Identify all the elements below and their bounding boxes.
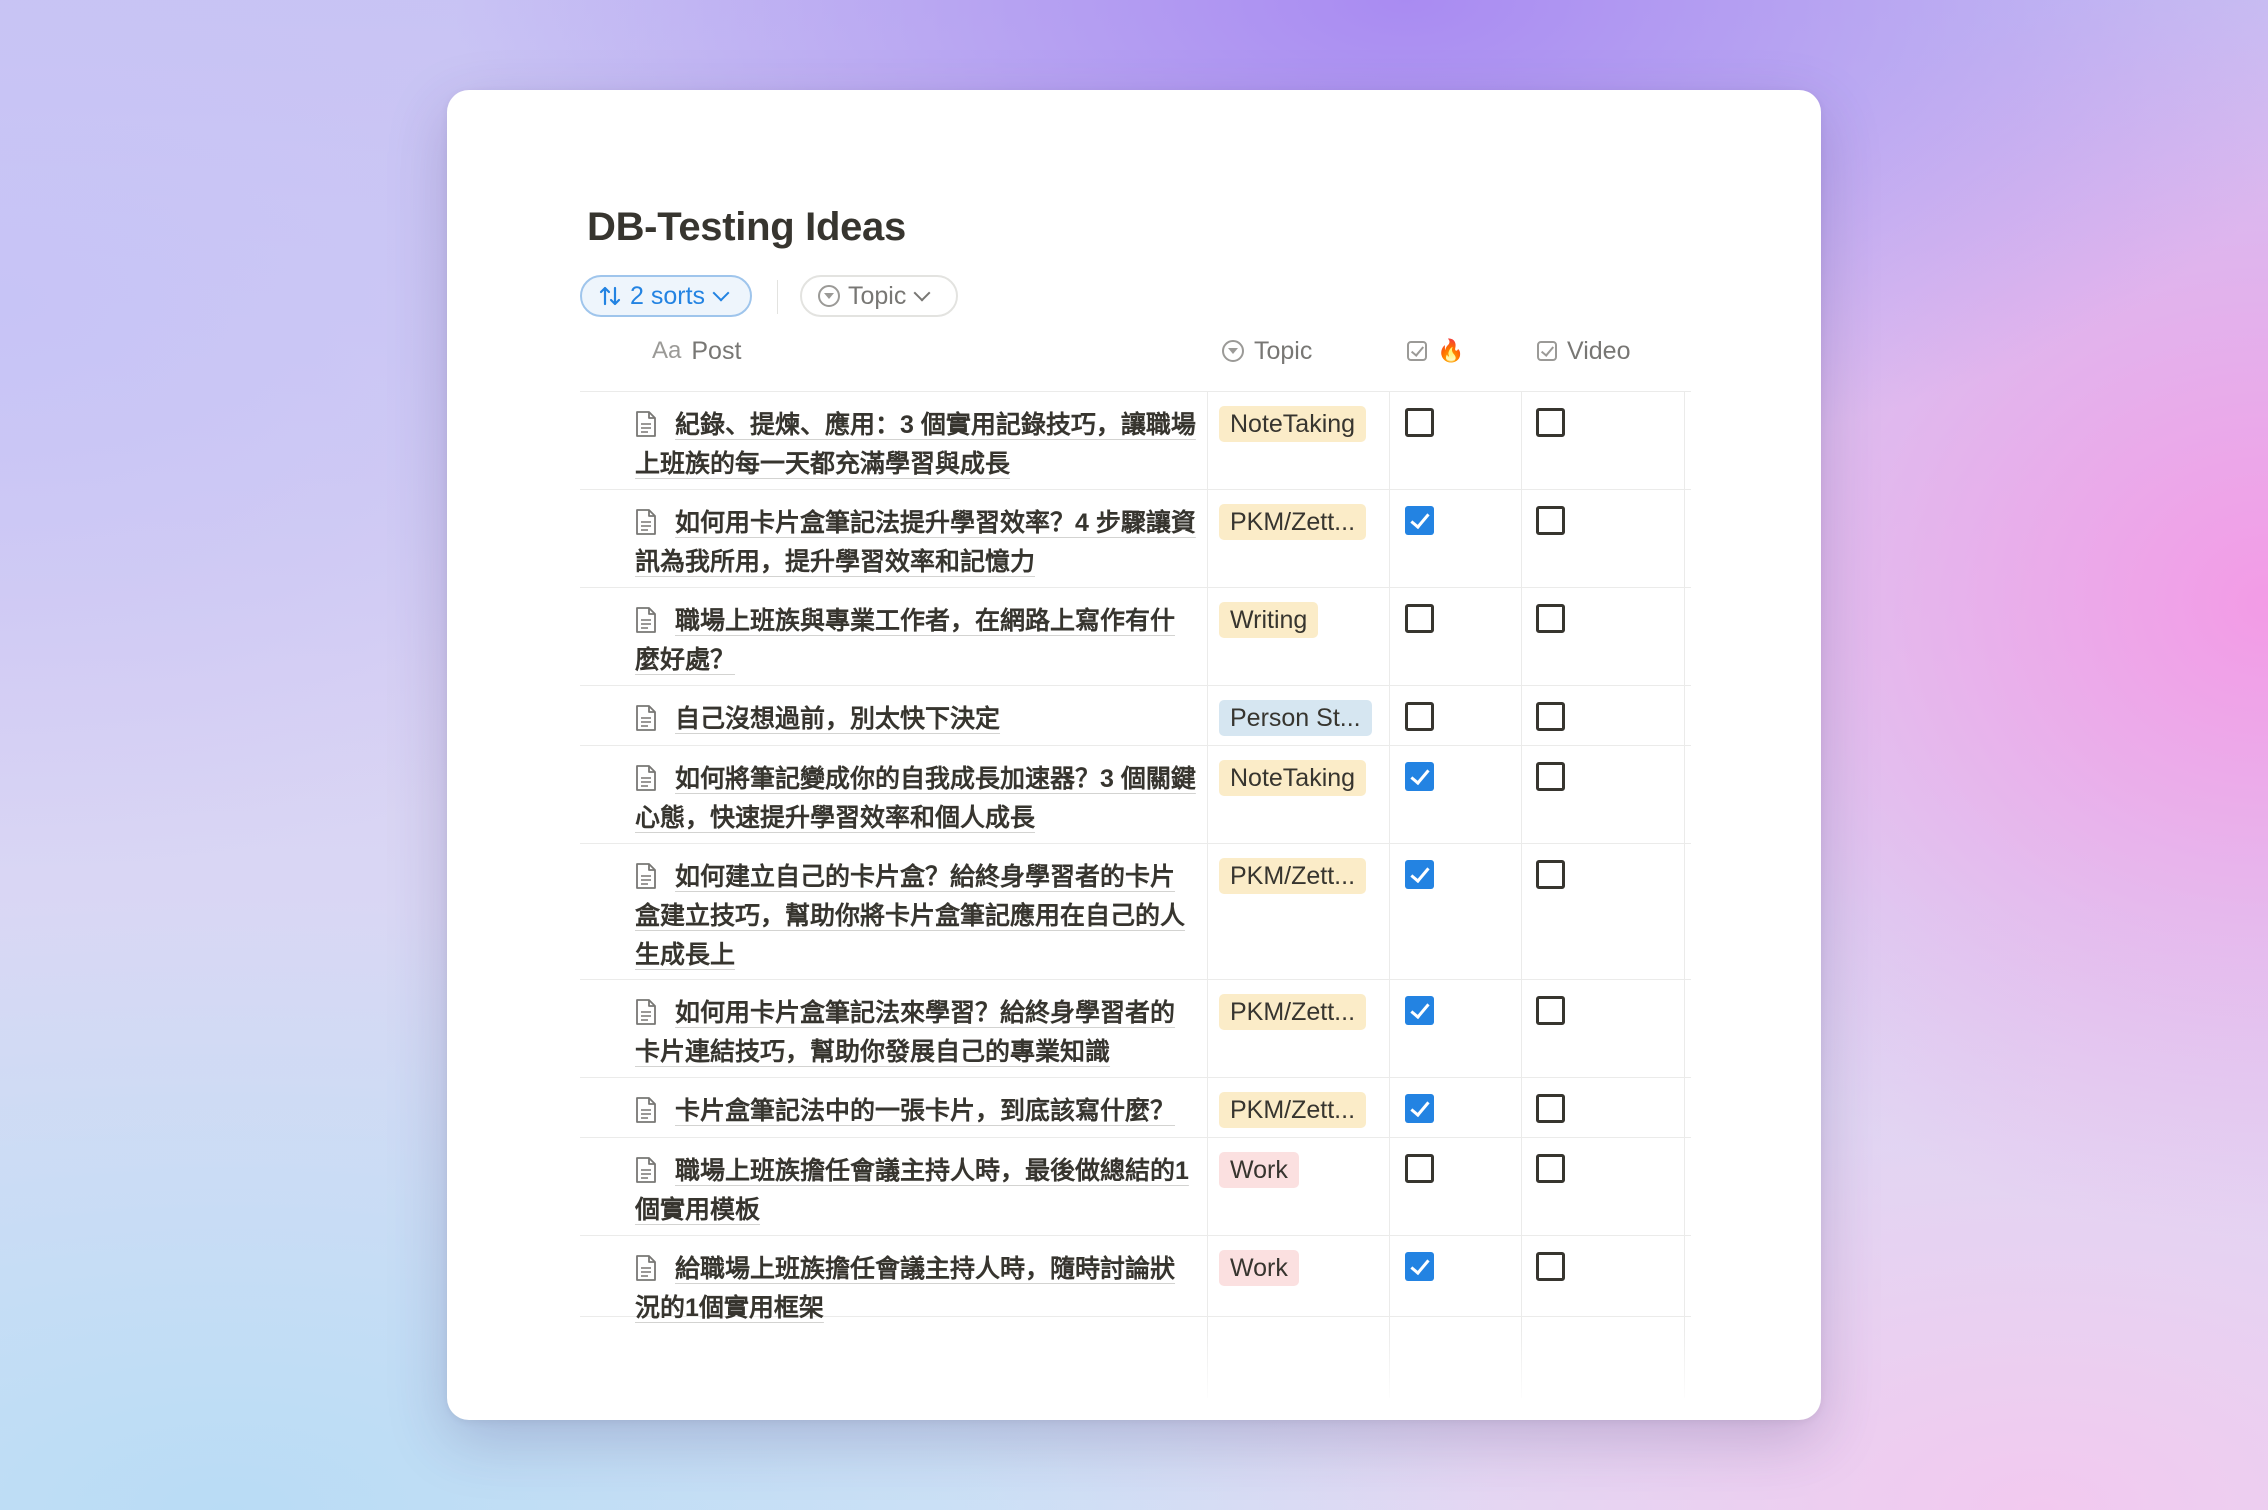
database-card: DB-Testing Ideas 2 sorts Topic Aa Post T… — [447, 90, 1821, 1420]
hot-checkbox[interactable] — [1405, 860, 1434, 889]
video-checkbox[interactable] — [1536, 506, 1565, 535]
post-title[interactable]: 職場上班族與專業工作者，在網路上寫作有什麼好處？ — [635, 602, 1197, 680]
post-title[interactable]: 職場上班族擔任會議主持人時，最後做總結的1個實用模板 — [635, 1152, 1197, 1230]
topic-tag[interactable]: Writing — [1219, 602, 1319, 638]
post-title[interactable]: 卡片盒筆記法中的一張卡片，到底該寫什麼？ — [635, 1092, 1197, 1131]
table-row[interactable]: 職場上班族擔任會議主持人時，最後做總結的1個實用模板 Work — [580, 1137, 1691, 1235]
page-icon — [636, 1097, 656, 1123]
table-row[interactable]: 職場上班族與專業工作者，在網路上寫作有什麼好處？ Writing — [580, 587, 1691, 685]
column-header-label: Post — [691, 336, 742, 365]
topic-tag[interactable]: Work — [1219, 1152, 1299, 1188]
post-title[interactable]: 自己沒想過前，別太快下決定 — [635, 700, 1197, 739]
page-icon — [636, 765, 656, 791]
post-title[interactable]: 如何建立自己的卡片盒？給終身學習者的卡片盒建立技巧，幫助你將卡片盒筆記應用在自己… — [635, 858, 1197, 975]
topic-tag[interactable]: PKM/Zett... — [1219, 994, 1367, 1030]
video-checkbox[interactable] — [1536, 762, 1565, 791]
text-property-icon: Aa — [652, 337, 682, 364]
column-header-label: Topic — [1254, 336, 1313, 365]
column-header-post[interactable]: Aa Post — [652, 330, 741, 372]
table-row[interactable]: 如何用卡片盒筆記法提升學習效率？4 步驟讓資訊為我所用，提升學習效率和記憶力 P… — [580, 489, 1691, 587]
hot-checkbox[interactable] — [1405, 506, 1434, 535]
post-cell[interactable]: 職場上班族與專業工作者，在網路上寫作有什麼好處？ — [635, 602, 1197, 680]
column-header-video[interactable]: Video — [1537, 330, 1631, 372]
sorts-label: 2 sorts — [630, 281, 706, 310]
sort-arrows-icon — [599, 286, 621, 306]
chevron-down-icon — [913, 284, 931, 302]
post-title[interactable]: 如何用卡片盒筆記法提升學習效率？4 步驟讓資訊為我所用，提升學習效率和記憶力 — [635, 504, 1197, 582]
table-row[interactable]: 如何建立自己的卡片盒？給終身學習者的卡片盒建立技巧，幫助你將卡片盒筆記應用在自己… — [580, 843, 1691, 979]
page-icon — [636, 411, 656, 437]
table-row[interactable]: 紀錄、提煉、應用：3 個實用記錄技巧，讓職場上班族的每一天都充滿學習與成長 No… — [580, 391, 1691, 489]
video-checkbox[interactable] — [1536, 1252, 1565, 1281]
post-title[interactable]: 紀錄、提煉、應用：3 個實用記錄技巧，讓職場上班族的每一天都充滿學習與成長 — [635, 406, 1197, 484]
page-icon — [636, 1157, 656, 1183]
hot-checkbox[interactable] — [1405, 702, 1434, 731]
video-checkbox[interactable] — [1536, 604, 1565, 633]
table-row[interactable]: 給職場上班族擔任會議主持人時，隨時討論狀況的1個實用框架 Work — [580, 1235, 1691, 1322]
topic-tag[interactable]: Person St... — [1219, 700, 1372, 736]
video-checkbox[interactable] — [1536, 1094, 1565, 1123]
checkbox-property-icon — [1537, 341, 1557, 361]
table-row[interactable]: 自己沒想過前，別太快下決定 Person St... — [580, 685, 1691, 745]
post-cell[interactable]: 如何用卡片盒筆記法提升學習效率？4 步驟讓資訊為我所用，提升學習效率和記憶力 — [635, 504, 1197, 582]
database-table: 紀錄、提煉、應用：3 個實用記錄技巧，讓職場上班族的每一天都充滿學習與成長 No… — [580, 391, 1691, 1322]
hot-checkbox[interactable] — [1405, 762, 1434, 791]
table-row[interactable]: 如何將筆記變成你的自我成長加速器？3 個關鍵心態，快速提升學習效率和個人成長 N… — [580, 745, 1691, 843]
page-icon — [636, 607, 656, 633]
hot-checkbox[interactable] — [1405, 1154, 1434, 1183]
toolbar-divider — [777, 280, 778, 314]
post-title[interactable]: 如何將筆記變成你的自我成長加速器？3 個關鍵心態，快速提升學習效率和個人成長 — [635, 760, 1197, 838]
video-checkbox[interactable] — [1536, 860, 1565, 889]
post-cell[interactable]: 卡片盒筆記法中的一張卡片，到底該寫什麼？ — [635, 1092, 1197, 1131]
topic-tag[interactable]: PKM/Zett... — [1219, 858, 1367, 894]
select-property-icon — [1222, 340, 1244, 362]
post-cell[interactable]: 給職場上班族擔任會議主持人時，隨時討論狀況的1個實用框架 — [635, 1250, 1197, 1328]
post-cell[interactable]: 職場上班族擔任會議主持人時，最後做總結的1個實用模板 — [635, 1152, 1197, 1230]
fire-icon: 🔥 — [1437, 338, 1465, 363]
video-checkbox[interactable] — [1536, 996, 1565, 1025]
post-cell[interactable]: 如何用卡片盒筆記法來學習？給終身學習者的卡片連結技巧，幫助你發展自己的專業知識 — [635, 994, 1197, 1072]
column-header-topic[interactable]: Topic — [1222, 330, 1312, 372]
checkbox-property-icon — [1407, 341, 1427, 361]
video-checkbox[interactable] — [1536, 1154, 1565, 1183]
page-icon — [636, 705, 656, 731]
topic-tag[interactable]: Work — [1219, 1250, 1299, 1286]
table-row[interactable]: 如何用卡片盒筆記法來學習？給終身學習者的卡片連結技巧，幫助你發展自己的專業知識 … — [580, 979, 1691, 1077]
post-title[interactable]: 如何用卡片盒筆記法來學習？給終身學習者的卡片連結技巧，幫助你發展自己的專業知識 — [635, 994, 1197, 1072]
page-icon — [636, 863, 656, 889]
scroll-fade — [557, 1330, 1717, 1400]
topic-filter-label: Topic — [848, 281, 907, 310]
page-title: DB-Testing Ideas — [587, 205, 906, 249]
topic-tag[interactable]: NoteTaking — [1219, 760, 1367, 796]
topic-filter-button[interactable]: Topic — [800, 275, 958, 317]
table-row[interactable]: 卡片盒筆記法中的一張卡片，到底該寫什麼？ PKM/Zett... — [580, 1077, 1691, 1137]
sorts-button[interactable]: 2 sorts — [580, 275, 752, 317]
page-icon — [636, 509, 656, 535]
post-cell[interactable]: 自己沒想過前，別太快下決定 — [635, 700, 1197, 739]
hot-checkbox[interactable] — [1405, 408, 1434, 437]
column-header-label: Video — [1567, 336, 1631, 365]
hot-checkbox[interactable] — [1405, 1094, 1434, 1123]
chevron-down-icon — [712, 284, 730, 302]
topic-tag[interactable]: NoteTaking — [1219, 406, 1367, 442]
post-cell[interactable]: 如何將筆記變成你的自我成長加速器？3 個關鍵心態，快速提升學習效率和個人成長 — [635, 760, 1197, 838]
topic-tag[interactable]: PKM/Zett... — [1219, 504, 1367, 540]
page-icon — [636, 999, 656, 1025]
post-cell[interactable]: 紀錄、提煉、應用：3 個實用記錄技巧，讓職場上班族的每一天都充滿學習與成長 — [635, 406, 1197, 484]
post-title[interactable]: 給職場上班族擔任會議主持人時，隨時討論狀況的1個實用框架 — [635, 1250, 1197, 1328]
post-cell[interactable]: 如何建立自己的卡片盒？給終身學習者的卡片盒建立技巧，幫助你將卡片盒筆記應用在自己… — [635, 858, 1197, 975]
video-checkbox[interactable] — [1536, 408, 1565, 437]
page-icon — [636, 1255, 656, 1281]
hot-checkbox[interactable] — [1405, 604, 1434, 633]
video-checkbox[interactable] — [1536, 702, 1565, 731]
hot-checkbox[interactable] — [1405, 1252, 1434, 1281]
topic-tag[interactable]: PKM/Zett... — [1219, 1092, 1367, 1128]
column-header-hot[interactable]: 🔥 — [1407, 330, 1464, 372]
hot-checkbox[interactable] — [1405, 996, 1434, 1025]
select-property-icon — [818, 285, 840, 307]
